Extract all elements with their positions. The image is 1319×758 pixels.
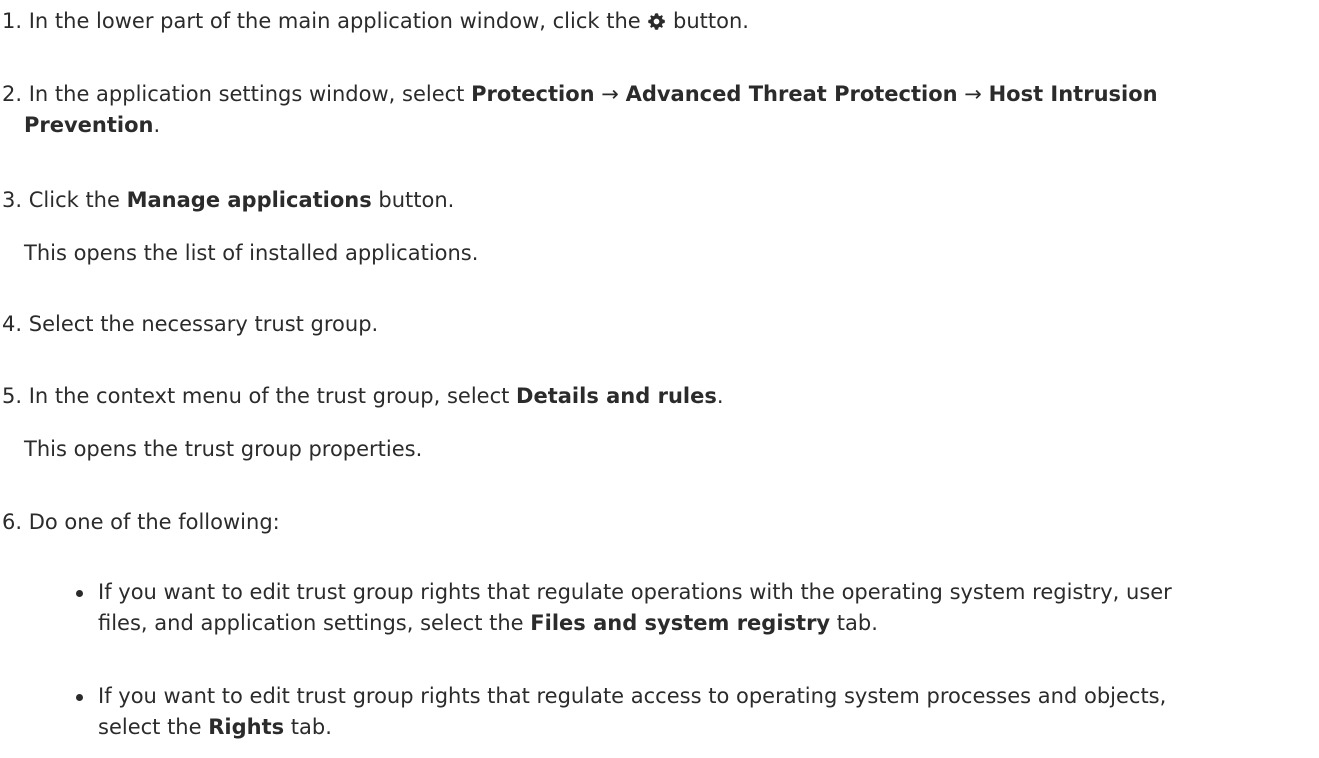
step-4-text: Select the necessary trust group.	[28, 312, 379, 336]
step-6: 6. Do one of the following:	[2, 507, 1319, 538]
step-1-line: 1. In the lower part of the main applica…	[2, 9, 749, 33]
step-3-line: 3. Click the Manage applications button.	[2, 188, 454, 212]
arrow-1: →	[594, 82, 626, 106]
step-1-text: In the lower part of the main applicatio…	[28, 9, 648, 33]
step-3: 3. Click the Manage applications button.	[2, 185, 1319, 216]
details-and-rules-label: Details and rules	[516, 384, 717, 408]
bullet-dot	[76, 694, 83, 701]
step-1-number: 1.	[2, 9, 23, 33]
step-4-number: 4.	[2, 312, 23, 336]
step-1: 1. In the lower part of the main applica…	[2, 6, 1319, 37]
bullet-1-line1: If you want to edit trust group rights t…	[98, 580, 1172, 604]
files-and-system-registry-tab-label: Files and system registry	[530, 611, 831, 635]
step-3-number: 3.	[2, 188, 23, 212]
step-2: 2. In the application settings window, s…	[2, 79, 1319, 141]
step-6-text: Do one of the following:	[28, 510, 280, 534]
bullet-1-text: files, and application settings, select …	[98, 611, 531, 635]
step-6-line: 6. Do one of the following:	[2, 510, 280, 534]
instructions-document: 1. In the lower part of the main applica…	[0, 0, 1319, 758]
bullet-2-line2: select the Rights tab.	[98, 712, 1309, 743]
step-2-line2: Prevention.	[2, 110, 1319, 141]
step-5: 5. In the context menu of the trust grou…	[2, 381, 1319, 412]
step-6-number: 6.	[2, 510, 23, 534]
manage-applications-label: Manage applications	[126, 188, 372, 212]
rights-tab-label: Rights	[208, 715, 285, 739]
menu-protection: Protection	[471, 82, 595, 106]
step-5-end: .	[716, 384, 724, 408]
step-5-text: In the context menu of the trust group, …	[28, 384, 517, 408]
step-2-number: 2.	[2, 82, 23, 106]
arrow-2: →	[957, 82, 989, 106]
bullet-2-text: select the	[98, 715, 209, 739]
bullet-2-end: tab.	[284, 715, 332, 739]
step-3-note: This opens the list of installed applica…	[24, 241, 479, 265]
step-3-text-end: button.	[371, 188, 455, 212]
step-5-number: 5.	[2, 384, 23, 408]
step-2-line1: 2. In the application settings window, s…	[2, 82, 1158, 106]
step-5-line: 5. In the context menu of the trust grou…	[2, 384, 724, 408]
step-2-text: In the application settings window, sele…	[28, 82, 472, 106]
step-5-note: This opens the trust group properties.	[24, 437, 423, 461]
step-3-text: Click the	[28, 188, 127, 212]
menu-advanced-threat-protection: Advanced Threat Protection	[625, 82, 958, 106]
menu-host-intrusion-a: Host Intrusion	[988, 82, 1158, 106]
step-4-line: 4. Select the necessary trust group.	[2, 312, 378, 336]
step-2-end: .	[153, 113, 161, 137]
menu-host-intrusion-b: Prevention	[24, 113, 154, 137]
bullet-item-files-registry: If you want to edit trust group rights t…	[70, 577, 1309, 639]
bullet-item-rights: If you want to edit trust group rights t…	[70, 681, 1309, 743]
step-4: 4. Select the necessary trust group.	[2, 309, 1319, 340]
bullet-2-line1: If you want to edit trust group rights t…	[98, 684, 1167, 708]
gear-icon	[648, 13, 666, 30]
step-1-text-end: button.	[666, 9, 749, 33]
bullet-1-line2: files, and application settings, select …	[98, 608, 1309, 639]
bullet-1-end: tab.	[830, 611, 878, 635]
bullet-dot	[76, 590, 83, 597]
